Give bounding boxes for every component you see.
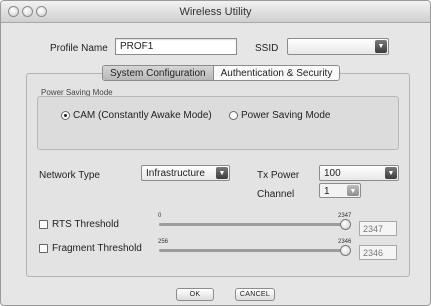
chevron-down-icon: ▼ (216, 167, 228, 179)
rts-min-label: 0 (158, 213, 162, 219)
tx-power-value: 100 (324, 168, 341, 179)
rts-threshold-label: RTS Threshold (52, 219, 119, 230)
tab-system-configuration[interactable]: System Configuration (103, 66, 214, 80)
tab-authentication-security[interactable]: Authentication & Security (214, 66, 340, 80)
profile-name-field[interactable]: PROF1 (115, 38, 237, 55)
chevron-down-icon: ▼ (385, 167, 397, 179)
fragment-threshold-label: Fragment Threshold (52, 243, 142, 254)
chevron-down-icon: ▼ (347, 185, 359, 196)
channel-select[interactable]: 1 ▼ (319, 183, 361, 198)
cancel-button[interactable]: CANCEL (235, 288, 275, 301)
network-type-select[interactable]: Infrastructure ▼ (141, 165, 230, 181)
network-type-label: Network Type (39, 170, 100, 181)
rts-value: 2347 (363, 224, 384, 234)
profile-name-value: PROF1 (120, 41, 154, 52)
fragment-slider-track[interactable] (159, 249, 349, 252)
rts-slider-track[interactable] (159, 223, 349, 226)
fragment-value: 2346 (363, 248, 384, 258)
power-saving-mode-radio[interactable] (229, 111, 238, 120)
ssid-label: SSID (255, 43, 279, 54)
fragment-slider-thumb[interactable] (340, 245, 351, 256)
wireless-utility-window: Wireless Utility Profile Name PROF1 SSID… (0, 0, 431, 306)
fragment-min-label: 256 (158, 239, 169, 245)
power-saving-mode-label: Power Saving Mode (241, 110, 331, 121)
rts-slider-thumb[interactable] (340, 219, 351, 230)
channel-label: Channel (257, 189, 295, 200)
cam-mode-label: CAM (Constantly Awake Mode) (73, 110, 212, 121)
rts-threshold-checkbox[interactable] (39, 220, 48, 229)
fragment-threshold-checkbox[interactable] (39, 244, 48, 253)
profile-name-label: Profile Name (50, 43, 108, 54)
rts-value-field[interactable]: 2347 (359, 221, 397, 236)
tab-bar: System Configuration Authentication & Se… (102, 65, 341, 81)
title-bar: Wireless Utility (1, 1, 430, 23)
fragment-value-field[interactable]: 2346 (359, 245, 397, 260)
tx-power-label: Tx Power (257, 170, 300, 181)
tx-power-select[interactable]: 100 ▼ (319, 165, 399, 181)
channel-value: 1 (324, 186, 330, 197)
ssid-select[interactable]: ▼ (287, 38, 389, 55)
cam-mode-radio[interactable] (61, 111, 70, 120)
power-saving-group (37, 96, 399, 150)
chevron-down-icon: ▼ (375, 40, 387, 53)
window-title: Wireless Utility (179, 6, 252, 18)
ok-button[interactable]: OK (176, 288, 214, 301)
network-type-value: Infrastructure (146, 168, 205, 179)
